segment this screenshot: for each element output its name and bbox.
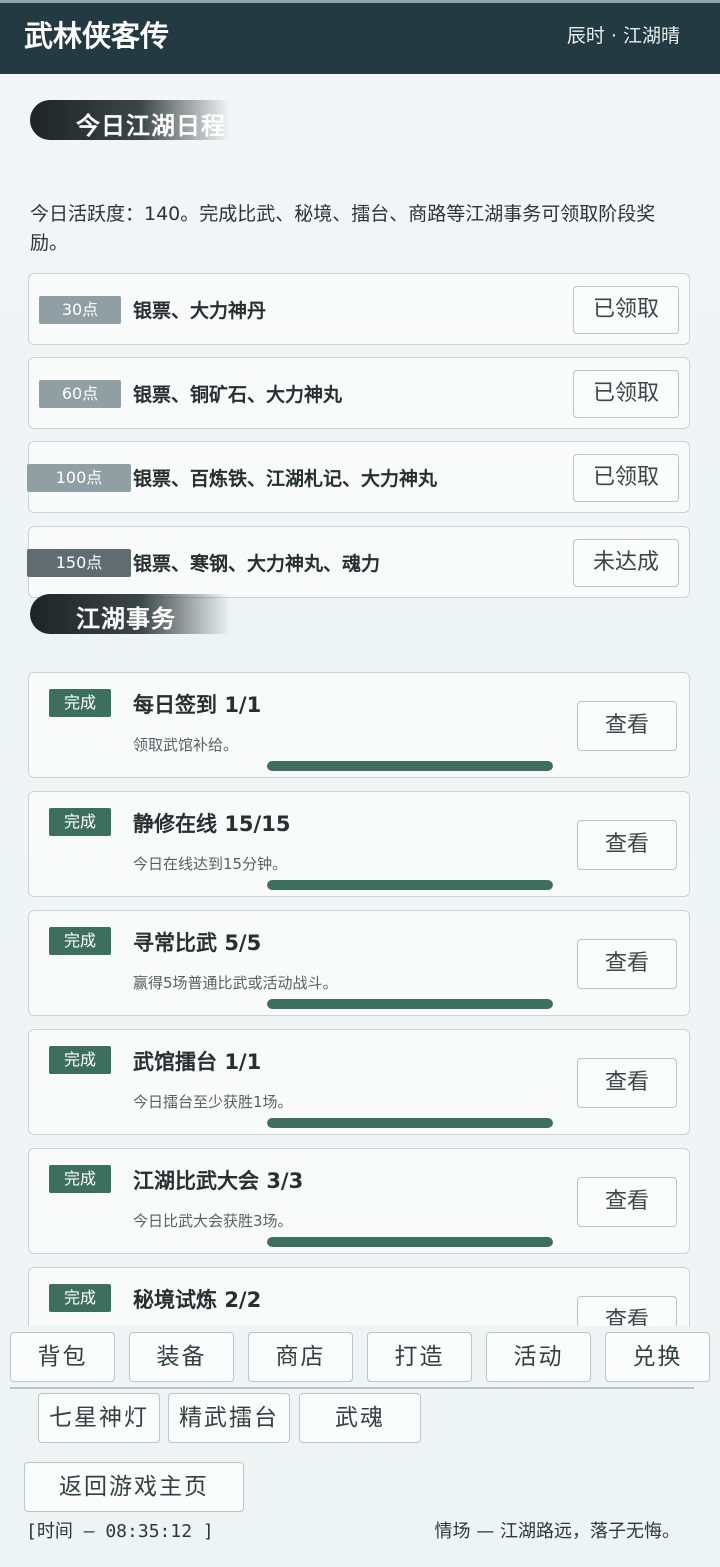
- reward-row: 60点 银票、铜矿石、大力神丸 已领取: [28, 357, 690, 429]
- clock-text: [时间 — 08:35:12 ]: [26, 1521, 214, 1542]
- task-card: 完成 每日签到 1/1 领取武馆补给。 查看: [28, 672, 690, 778]
- reward-status-button[interactable]: 未达成: [573, 539, 679, 587]
- task-description: 今日在线达到15分钟。: [133, 855, 288, 873]
- task-name: 寻常比武: [133, 931, 217, 955]
- reward-row: 100点 银票、百炼铁、江湖札记、大力神丸 已领取: [27, 441, 690, 513]
- view-task-button[interactable]: 查看: [577, 939, 677, 989]
- task-name: 静修在线: [133, 812, 217, 836]
- forge-button[interactable]: 打造: [367, 1332, 472, 1382]
- task-card: 完成 静修在线 15/15 今日在线达到15分钟。 查看: [28, 791, 690, 897]
- task-title: 江湖比武大会 3/3: [133, 1165, 303, 1195]
- exchange-button[interactable]: 兑换: [605, 1332, 710, 1382]
- points-tier-label: 150点: [27, 549, 131, 577]
- task-progress-fill: [267, 1118, 553, 1128]
- task-progress: 2/2: [224, 1288, 262, 1312]
- status-badge: 完成: [49, 808, 111, 836]
- task-title: 秘境试炼 2/2: [133, 1284, 261, 1314]
- elite-arena-button[interactable]: 精武擂台: [168, 1393, 290, 1443]
- points-tier-label: 30点: [39, 296, 121, 324]
- task-name: 武馆擂台: [133, 1050, 217, 1074]
- nav-divider: [10, 1387, 694, 1389]
- points-tier-label: 60点: [39, 380, 121, 408]
- task-description: 今日比武大会获胜3场。: [133, 1212, 293, 1230]
- points-tier-label: 100点: [27, 464, 131, 492]
- status-badge: 完成: [49, 1284, 111, 1312]
- schedule-section-title: 今日江湖日程: [76, 112, 226, 140]
- task-progress: 3/3: [266, 1169, 304, 1193]
- task-progress-fill: [267, 880, 553, 890]
- reward-items-text: 银票、大力神丹: [133, 300, 267, 322]
- task-description: 今日擂台至少获胜1场。: [133, 1093, 293, 1111]
- task-name: 秘境试炼: [133, 1288, 217, 1312]
- task-progress-bar: [267, 1118, 553, 1128]
- task-title: 静修在线 15/15: [133, 808, 290, 838]
- task-card: 完成 寻常比武 5/5 赢得5场普通比武或活动战斗。 查看: [28, 910, 690, 1016]
- task-progress: 1/1: [224, 1050, 262, 1074]
- task-progress-bar: [267, 999, 553, 1009]
- task-title: 寻常比武 5/5: [133, 927, 261, 957]
- time-weather-status: 辰时 · 江湖晴: [566, 25, 680, 47]
- status-badge: 完成: [49, 689, 111, 717]
- task-progress: 1/1: [224, 693, 262, 717]
- task-progress-bar: [267, 1237, 553, 1247]
- footer-quote: 情场 — 江湖路远，落子无悔。: [434, 1521, 680, 1542]
- view-task-button[interactable]: 查看: [577, 1058, 677, 1108]
- task-description: 领取武馆补给。: [133, 736, 239, 754]
- task-progress: 15/15: [224, 812, 291, 836]
- view-task-button[interactable]: 查看: [577, 1177, 677, 1227]
- top-bar: 武林侠客传 辰时 · 江湖晴: [0, 0, 720, 74]
- task-card: 完成 江湖比武大会 3/3 今日比武大会获胜3场。 查看: [28, 1148, 690, 1254]
- task-title: 每日签到 1/1: [133, 689, 261, 719]
- backpack-button[interactable]: 背包: [10, 1332, 115, 1382]
- app-title: 武林侠客传: [24, 19, 170, 53]
- status-badge: 完成: [49, 1165, 111, 1193]
- task-progress: 5/5: [224, 931, 262, 955]
- reward-status-button[interactable]: 已领取: [573, 370, 679, 418]
- reward-items-text: 银票、铜矿石、大力神丸: [133, 384, 343, 406]
- task-description: 赢得5场普通比武或活动战斗。: [133, 974, 338, 992]
- back-to-home-button[interactable]: 返回游戏主页: [24, 1462, 244, 1512]
- task-progress-fill: [267, 1237, 553, 1247]
- equipment-button[interactable]: 装备: [129, 1332, 234, 1382]
- seven-star-lamp-button[interactable]: 七星神灯: [38, 1393, 160, 1443]
- reward-row: 150点 银票、寒钢、大力神丸、魂力 未达成: [27, 526, 690, 598]
- status-badge: 完成: [49, 927, 111, 955]
- events-button[interactable]: 活动: [486, 1332, 591, 1382]
- task-progress-fill: [267, 761, 553, 771]
- task-title: 武馆擂台 1/1: [133, 1046, 261, 1076]
- reward-row: 30点 银票、大力神丹 已领取: [28, 273, 690, 345]
- status-badge: 完成: [49, 1046, 111, 1074]
- activity-intro-text: 今日活跃度：140。完成比武、秘境、擂台、商路等江湖事务可领取阶段奖励。: [30, 203, 656, 254]
- view-task-button[interactable]: 查看: [577, 701, 677, 751]
- shop-button[interactable]: 商店: [248, 1332, 353, 1382]
- task-progress-fill: [267, 999, 553, 1009]
- task-name: 每日签到: [133, 693, 217, 717]
- martial-soul-button[interactable]: 武魂: [299, 1393, 421, 1443]
- reward-status-button[interactable]: 已领取: [573, 454, 679, 502]
- task-progress-bar: [267, 761, 553, 771]
- view-task-button[interactable]: 查看: [577, 820, 677, 870]
- affairs-section-title: 江湖事务: [76, 605, 176, 633]
- reward-items-text: 银票、百炼铁、江湖札记、大力神丸: [133, 468, 438, 490]
- reward-items-text: 银票、寒钢、大力神丸、魂力: [133, 553, 381, 575]
- task-card: 完成 武馆擂台 1/1 今日擂台至少获胜1场。 查看: [28, 1029, 690, 1135]
- reward-status-button[interactable]: 已领取: [573, 286, 679, 334]
- task-progress-bar: [267, 880, 553, 890]
- task-name: 江湖比武大会: [133, 1169, 259, 1193]
